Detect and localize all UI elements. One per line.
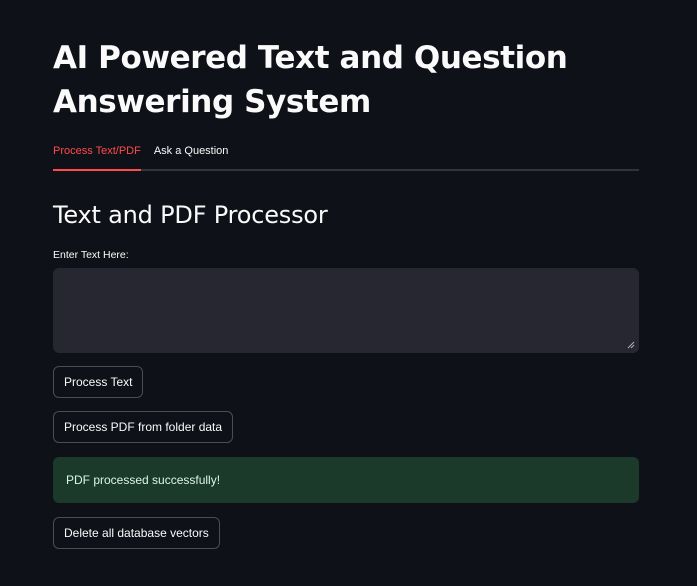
- tab-process-text-pdf[interactable]: Process Text/PDF: [53, 136, 141, 171]
- delete-vectors-button[interactable]: Delete all database vectors: [53, 517, 220, 549]
- success-alert-message: PDF processed successfully!: [66, 473, 221, 487]
- success-alert: PDF processed successfully!: [53, 457, 639, 503]
- text-input-area[interactable]: [53, 268, 639, 353]
- process-pdf-button[interactable]: Process PDF from folder data: [53, 411, 234, 443]
- process-text-button[interactable]: Process Text: [53, 366, 144, 398]
- text-input-label: Enter Text Here:: [53, 249, 129, 261]
- tab-ask-a-question[interactable]: Ask a Question: [154, 136, 229, 161]
- resize-handle-icon[interactable]: [627, 341, 635, 349]
- tab-bar: Process Text/PDF Ask a Question: [53, 136, 639, 171]
- page-title-line-2: Answering System: [53, 84, 371, 120]
- page-title-line-1: AI Powered Text and Question: [53, 40, 568, 76]
- page-title: AI Powered Text and Question Answering S…: [53, 36, 639, 124]
- section-title: Text and PDF Processor: [53, 201, 328, 229]
